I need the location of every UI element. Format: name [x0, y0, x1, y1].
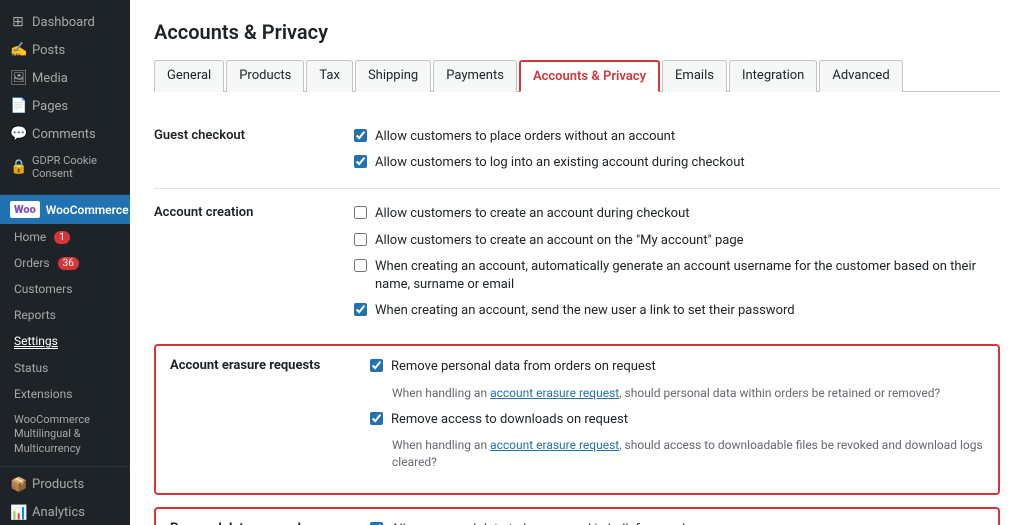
sidebar-item-comments[interactable]: 💬 Comments — [0, 120, 130, 148]
account-creation-row: Account creation Allow customers to crea… — [154, 189, 1000, 336]
personal-data-inner-row: Personal data removal Allow personal dat… — [156, 509, 998, 525]
account-erasure-option-2: Remove access to downloads on request — [370, 411, 984, 429]
account-creation-label: Account creation — [154, 189, 354, 336]
account-erasure-box: Account erasure requests Remove personal… — [154, 344, 1000, 495]
sidebar-item-gdpr[interactable]: 🔒 GDPR Cookie Consent — [0, 148, 130, 186]
guest-checkout-row: Guest checkout Allow customers to place … — [154, 112, 1000, 189]
guest-checkout-checkbox-2[interactable] — [354, 155, 367, 168]
sidebar-item-woo-reports[interactable]: Reports — [0, 302, 130, 328]
tab-shipping[interactable]: Shipping — [355, 60, 431, 92]
sidebar-item-woo-multilingual[interactable]: WooCommerce Multilingual & Multicurrency — [0, 407, 130, 462]
posts-icon: ✍ — [10, 42, 26, 58]
woo-logo: Woo — [10, 201, 40, 218]
account-erasure-text-1: Remove personal data from orders on requ… — [391, 358, 656, 376]
sidebar-item-woo-home[interactable]: Home 1 — [0, 224, 130, 250]
dashboard-icon: ⊞ — [10, 14, 26, 30]
sidebar-item-media[interactable]: 🖼 Media — [0, 64, 130, 92]
products-icon: 📦 — [10, 477, 26, 493]
personal-data-text-1: Allow personal data to be removed in bul… — [391, 521, 703, 525]
account-erasure-checkbox-1[interactable] — [370, 359, 383, 372]
sidebar-item-woo-extensions[interactable]: Extensions — [0, 381, 130, 407]
gdpr-icon: 🔒 — [10, 159, 26, 175]
personal-data-label: Personal data removal — [156, 509, 356, 525]
main-content: Accounts & Privacy General Products Tax … — [130, 0, 1024, 525]
account-erasure-row: Account erasure requests Remove personal… — [154, 344, 1000, 507]
settings-tabs: General Products Tax Shipping Payments A… — [154, 60, 1000, 92]
account-creation-option-3: When creating an account, automatically … — [354, 258, 1000, 294]
media-icon: 🖼 — [10, 70, 26, 86]
sidebar-item-posts[interactable]: ✍ Posts — [0, 36, 130, 64]
settings-table: Guest checkout Allow customers to place … — [154, 112, 1000, 525]
account-erasure-hint-2: When handling an account erasure request… — [392, 437, 984, 471]
tab-advanced[interactable]: Advanced — [819, 60, 902, 92]
sidebar-item-woo-orders[interactable]: Orders 36 — [0, 250, 130, 276]
account-erasure-controls: Remove personal data from orders on requ… — [356, 346, 998, 493]
woocommerce-menu-header[interactable]: Woo WooCommerce ◀ — [0, 195, 130, 224]
sidebar-item-woo-status[interactable]: Status — [0, 355, 130, 381]
sidebar-item-woo-settings[interactable]: Settings — [0, 328, 130, 355]
guest-checkout-controls: Allow customers to place orders without … — [354, 112, 1000, 189]
guest-checkout-option-1: Allow customers to place orders without … — [354, 128, 1000, 146]
personal-data-box: Personal data removal Allow personal dat… — [154, 507, 1000, 525]
account-erasure-hint-1: When handling an account erasure request… — [392, 385, 984, 402]
account-creation-option-1: Allow customers to create an account dur… — [354, 205, 1000, 223]
sidebar-divider — [0, 466, 130, 467]
account-creation-checkbox-3[interactable] — [354, 259, 367, 272]
tab-tax[interactable]: Tax — [306, 60, 353, 92]
sidebar-item-pages[interactable]: 📄 Pages — [0, 92, 130, 120]
sidebar: ⊞ Dashboard ✍ Posts 🖼 Media 📄 Pages 💬 Co… — [0, 0, 130, 525]
guest-checkout-label-1: Allow customers to place orders without … — [375, 128, 675, 146]
tab-emails[interactable]: Emails — [662, 60, 727, 92]
account-erasure-text-2: Remove access to downloads on request — [391, 411, 628, 429]
account-creation-checkbox-2[interactable] — [354, 233, 367, 246]
sidebar-item-products[interactable]: 📦 Products — [0, 471, 130, 499]
personal-data-table: Personal data removal Allow personal dat… — [156, 509, 998, 525]
account-erasure-checkbox-2[interactable] — [370, 412, 383, 425]
sidebar-item-woo-customers[interactable]: Customers — [0, 276, 130, 302]
account-erasure-table: Account erasure requests Remove personal… — [156, 346, 998, 493]
personal-data-controls: Allow personal data to be removed in bul… — [356, 509, 998, 525]
account-erasure-option-1: Remove personal data from orders on requ… — [370, 358, 984, 376]
account-erasure-link-2[interactable]: account erasure request — [490, 438, 619, 452]
tab-integration[interactable]: Integration — [729, 60, 817, 92]
woocommerce-submenu: Home 1 Orders 36 Customers Reports Setti… — [0, 224, 130, 462]
guest-checkout-option-2: Allow customers to log into an existing … — [354, 154, 1000, 172]
personal-data-option-1: Allow personal data to be removed in bul… — [370, 521, 984, 525]
account-erasure-label: Account erasure requests — [156, 346, 356, 493]
pages-icon: 📄 — [10, 98, 26, 114]
tab-products[interactable]: Products — [226, 60, 304, 92]
account-creation-label-3: When creating an account, automatically … — [375, 258, 1000, 294]
account-erasure-inner-row: Account erasure requests Remove personal… — [156, 346, 998, 493]
guest-checkout-label: Guest checkout — [154, 112, 354, 189]
tab-general[interactable]: General — [154, 60, 224, 92]
sidebar-item-analytics[interactable]: 📊 Analytics — [0, 499, 130, 525]
account-creation-label-2: Allow customers to create an account on … — [375, 232, 744, 250]
page-title: Accounts & Privacy — [154, 20, 1000, 44]
personal-data-row: Personal data removal Allow personal dat… — [154, 507, 1000, 525]
comments-icon: 💬 — [10, 126, 26, 142]
account-erasure-link-1[interactable]: account erasure request — [490, 386, 619, 400]
analytics-icon: 📊 — [10, 505, 26, 521]
account-creation-checkbox-4[interactable] — [354, 303, 367, 316]
spacer-row — [154, 336, 1000, 344]
guest-checkout-checkbox-1[interactable] — [354, 129, 367, 142]
account-creation-option-2: Allow customers to create an account on … — [354, 232, 1000, 250]
account-creation-label-4: When creating an account, send the new u… — [375, 302, 795, 320]
tab-payments[interactable]: Payments — [433, 60, 517, 92]
sidebar-item-dashboard[interactable]: ⊞ Dashboard — [0, 8, 130, 36]
guest-checkout-label-2: Allow customers to log into an existing … — [375, 154, 745, 172]
account-creation-option-4: When creating an account, send the new u… — [354, 302, 1000, 320]
tab-accounts-privacy[interactable]: Accounts & Privacy — [519, 60, 660, 92]
account-creation-checkbox-1[interactable] — [354, 206, 367, 219]
account-creation-controls: Allow customers to create an account dur… — [354, 189, 1000, 336]
account-creation-label-1: Allow customers to create an account dur… — [375, 205, 690, 223]
